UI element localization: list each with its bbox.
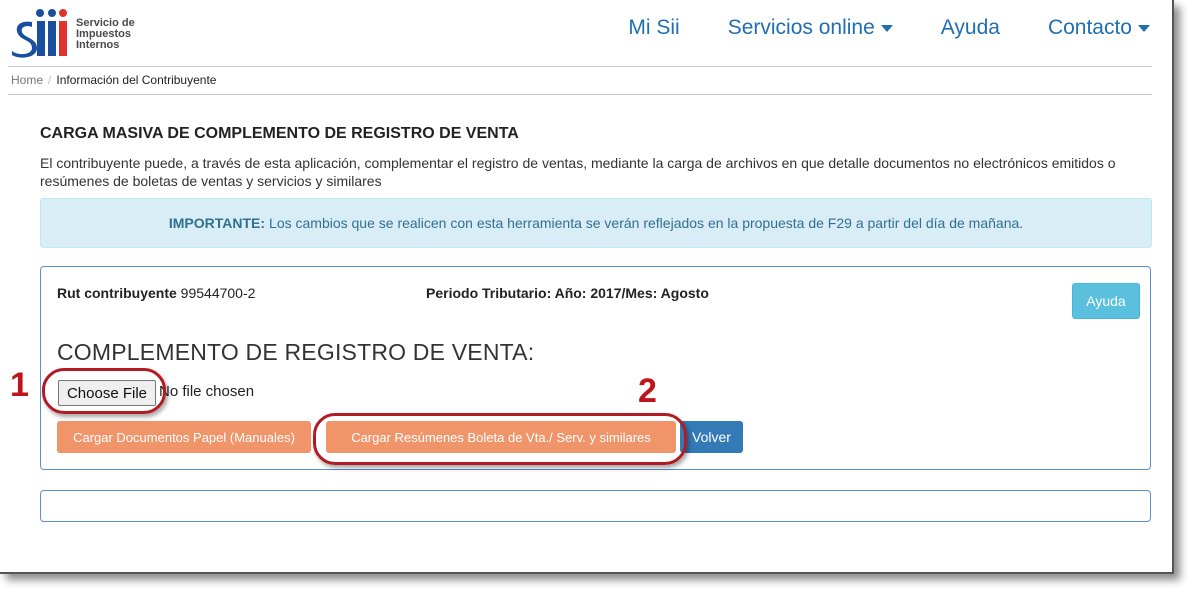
page-frame: Servicio de Impuestos Internos Mi Sii Se… (0, 0, 1174, 574)
results-panel (40, 490, 1151, 522)
rut-info: Rut contribuyente 99544700-2 (57, 285, 255, 301)
help-button[interactable]: Ayuda (1072, 283, 1140, 319)
important-alert: IMPORTANTE: Los cambios que se realicen … (40, 198, 1152, 248)
breadcrumb-separator: / (48, 73, 52, 87)
breadcrumb-current: Información del Contribuyente (56, 73, 217, 87)
header-divider (8, 66, 1152, 67)
nav-mi-sii[interactable]: Mi Sii (628, 16, 679, 40)
annotation-number-2: 2 (638, 372, 657, 410)
page-description: El contribuyente puede, a través de esta… (40, 155, 1116, 189)
periodo-tributario: Periodo Tributario: Año: 2017/Mes: Agost… (426, 285, 709, 301)
back-button[interactable]: Volver (680, 421, 743, 453)
breadcrumb: Home / Información del Contribuyente (11, 73, 216, 87)
nav-ayuda[interactable]: Ayuda (941, 16, 1000, 40)
annotation-ring-2 (313, 413, 687, 465)
sii-logo[interactable]: Servicio de Impuestos Internos (10, 8, 150, 60)
logo-text: Servicio de Impuestos Internos (76, 18, 135, 51)
file-status: No file chosen (159, 383, 255, 400)
logo-line-3: Internos (76, 39, 120, 51)
sii-logo-mark (12, 9, 67, 58)
site-header: Servicio de Impuestos Internos Mi Sii Se… (0, 0, 1172, 66)
rut-value: 99544700-2 (180, 285, 256, 301)
nav-ayuda-label: Ayuda (940, 16, 1000, 39)
breadcrumb-divider (8, 94, 1152, 95)
breadcrumb-home[interactable]: Home (11, 73, 43, 87)
alert-text: Los cambios que se realicen con esta her… (269, 215, 1024, 231)
nav-mi-sii-label: Mi Sii (628, 16, 680, 39)
nav-servicios-online[interactable]: Servicios online (728, 16, 893, 40)
section-title: COMPLEMENTO DE REGISTRO DE VENTA: (57, 339, 535, 365)
annotation-number-1: 1 (10, 366, 29, 404)
nav-servicios-online-label: Servicios online (727, 16, 875, 39)
main-nav: Mi Sii Servicios online Ayuda Contacto (580, 16, 1150, 40)
caret-down-icon (1138, 24, 1150, 32)
upload-paper-documents-button[interactable]: Cargar Documentos Papel (Manuales) (57, 421, 311, 453)
page-title: CARGA MASIVA DE COMPLEMENTO DE REGISTRO … (40, 125, 519, 142)
caret-down-icon (880, 24, 893, 32)
alert-strong: IMPORTANTE: (168, 215, 266, 231)
rut-label: Rut contribuyente (57, 285, 177, 301)
annotation-ring-1 (42, 368, 166, 414)
nav-contacto-label: Contacto (1047, 16, 1132, 39)
nav-contacto[interactable]: Contacto (1048, 16, 1150, 40)
